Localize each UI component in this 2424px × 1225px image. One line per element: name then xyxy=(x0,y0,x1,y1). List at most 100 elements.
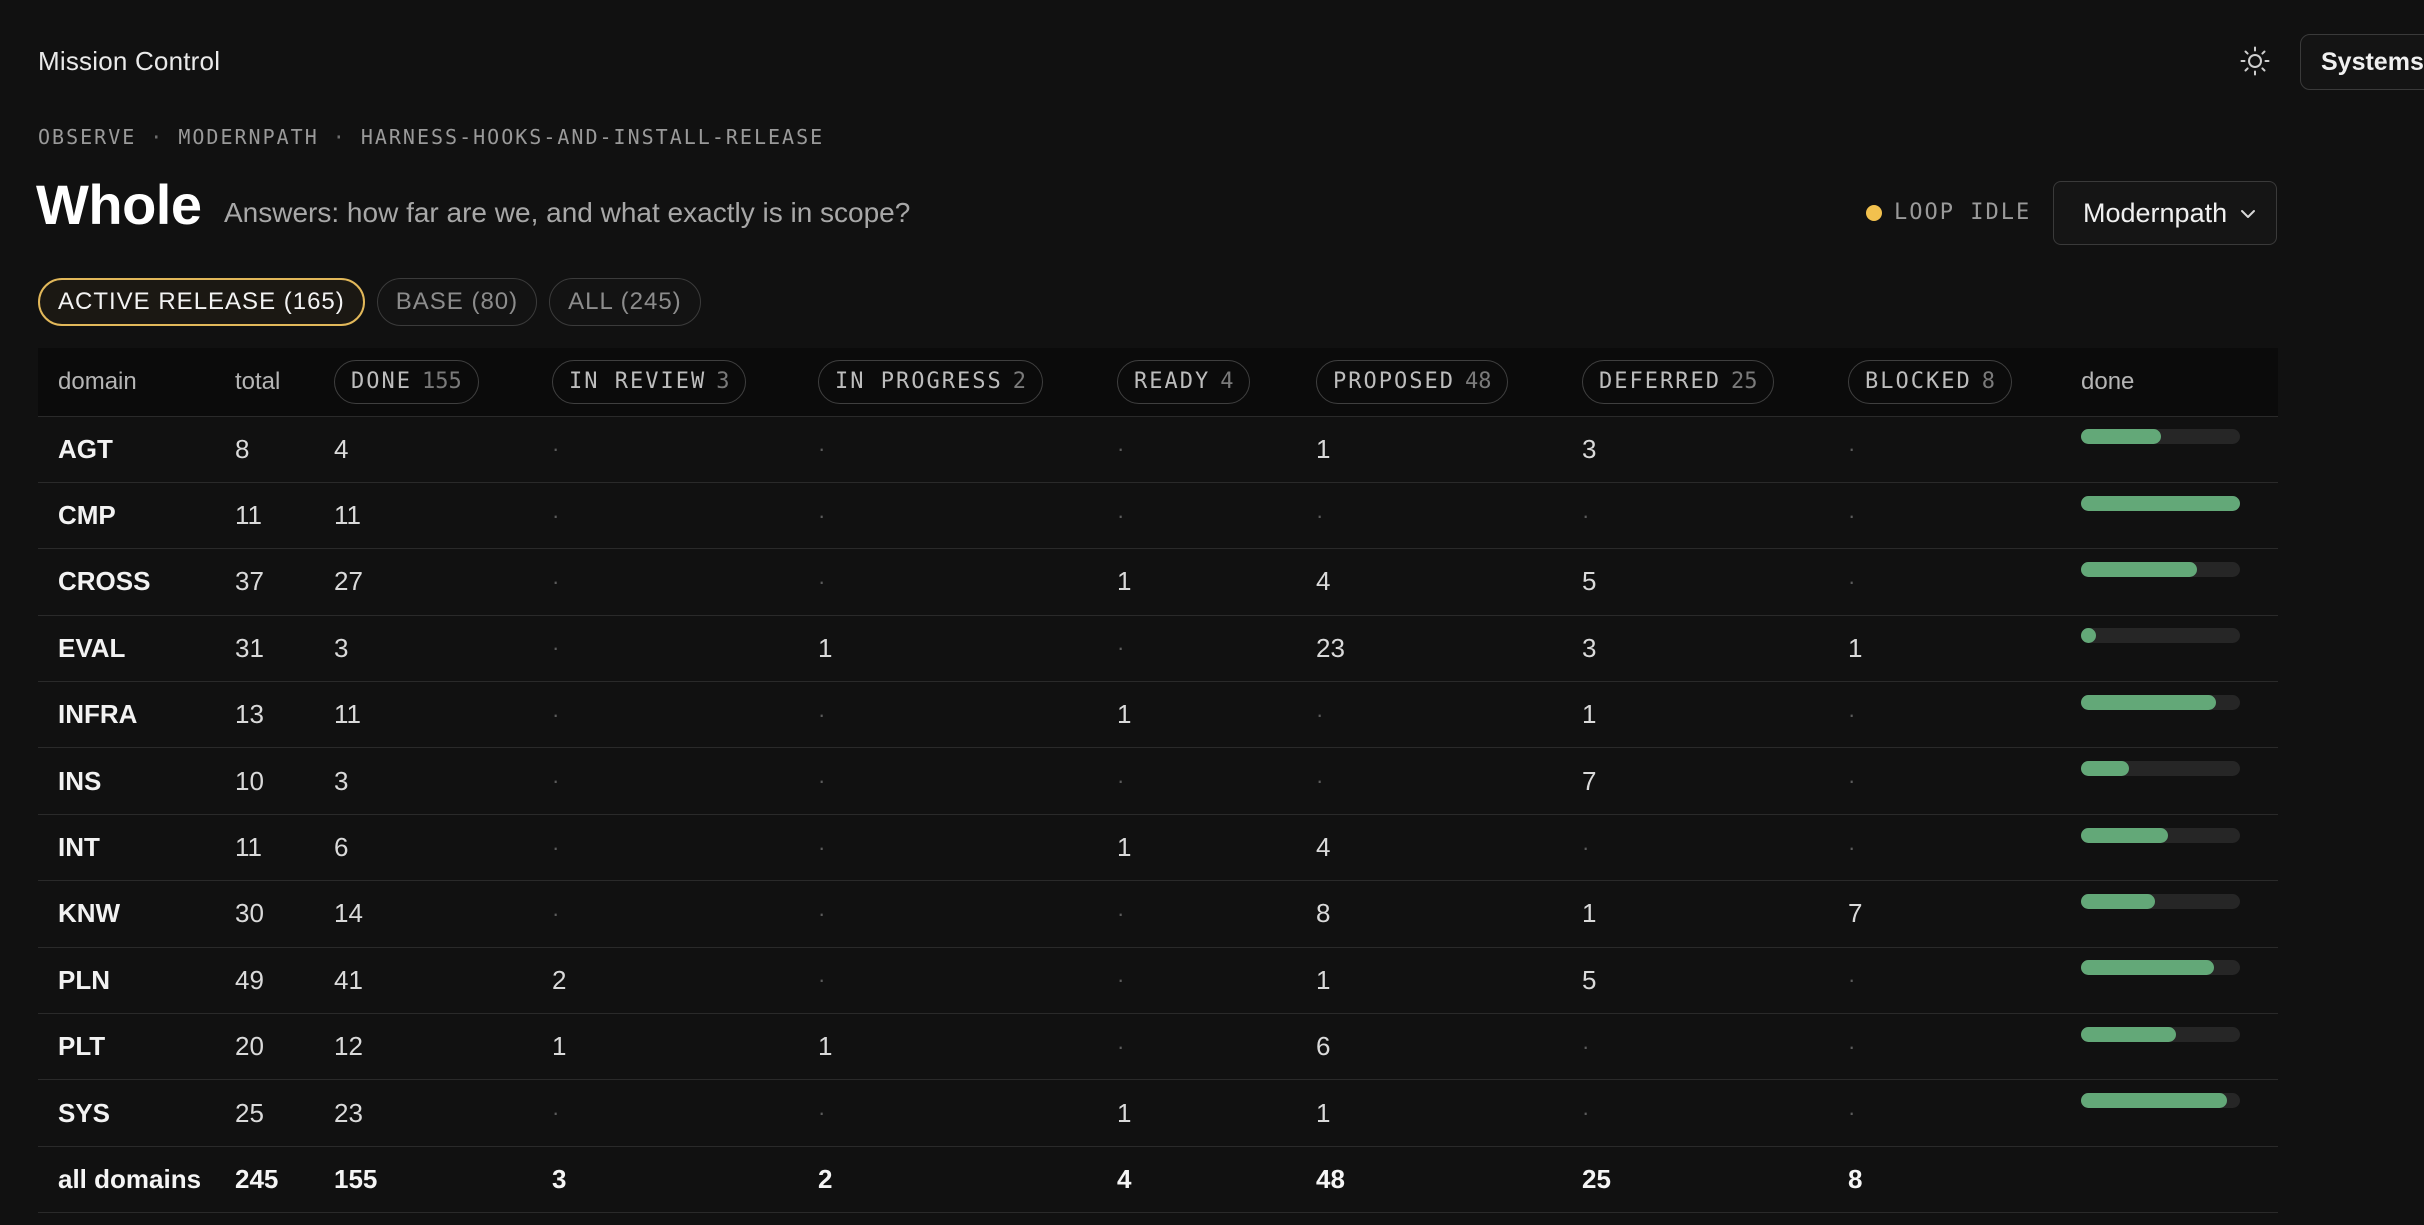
table-row[interactable]: PLT 20 12 1 1 · 6 · · xyxy=(38,1013,2278,1080)
count-cell-blocked: · xyxy=(1848,701,1856,727)
count-cell-blocked: · xyxy=(1848,1033,1856,1059)
breadcrumb-item-observe[interactable]: OBSERVE xyxy=(38,125,136,149)
done-progress-bar xyxy=(2081,694,2240,710)
table-row[interactable]: INT 11 6 · · 1 4 · · xyxy=(38,814,2278,880)
table-row[interactable]: AGT 8 4 · · · 1 3 · xyxy=(38,416,2278,482)
table-row[interactable]: SYS 25 23 · · 1 1 · · xyxy=(38,1079,2278,1146)
count-cell-in-review: · xyxy=(552,502,560,528)
count-cell-deferred: · xyxy=(1582,1100,1590,1126)
status-chip-done[interactable]: DONE 155 xyxy=(334,359,479,404)
count-cell-in-progress: 1 xyxy=(818,632,833,663)
table-header-row: domain total DONE 155 IN REVIEW 3 IN PRO… xyxy=(38,348,2278,416)
done-progress-cell xyxy=(2081,814,2278,880)
done-progress-fill xyxy=(2081,628,2097,644)
done-progress-bar xyxy=(2081,827,2240,843)
count-cell-ready: 1 xyxy=(1117,832,1132,863)
count-cell-in-review: · xyxy=(552,436,560,462)
done-progress-fill xyxy=(2081,694,2216,710)
total-cell: 8 xyxy=(235,433,250,464)
done-progress-fill xyxy=(2081,761,2129,777)
count-cell-done: 11 xyxy=(334,500,361,531)
domain-cell: INFRA xyxy=(58,699,138,730)
domain-cell: EVAL xyxy=(58,632,126,663)
count-cell-in-review: · xyxy=(552,635,560,661)
column-header-in-review: IN REVIEW 3 xyxy=(552,348,818,416)
status-chip-count: 155 xyxy=(421,369,462,395)
done-progress-cell xyxy=(2081,881,2278,947)
breadcrumb-separator: · xyxy=(332,125,347,149)
totals-in-review: 3 xyxy=(552,1163,567,1194)
count-cell-in-review: · xyxy=(552,1100,560,1126)
count-cell-proposed: 1 xyxy=(1316,964,1331,995)
chevron-down-icon xyxy=(2241,210,2255,218)
status-chip-ready[interactable]: READY 4 xyxy=(1117,359,1251,404)
table-row[interactable]: PLN 49 41 2 · · 1 5 · xyxy=(38,947,2278,1013)
count-cell-ready: · xyxy=(1117,635,1125,661)
count-cell-deferred: 3 xyxy=(1582,632,1597,663)
status-chip-label: IN REVIEW xyxy=(569,369,707,395)
app-title[interactable]: Mission Control xyxy=(38,46,220,77)
status-chip-deferred[interactable]: DEFERRED 25 xyxy=(1582,359,1775,404)
project-select[interactable]: Modernpath xyxy=(2053,181,2277,245)
release-filter-tabs: ACTIVE RELEASE (165) BASE (80) ALL (245) xyxy=(38,278,701,326)
count-cell-ready: 1 xyxy=(1117,1097,1132,1128)
breadcrumb-separator: · xyxy=(150,125,165,149)
status-chip-in-progress[interactable]: IN PROGRESS 2 xyxy=(818,359,1043,404)
status-chip-proposed[interactable]: PROPOSED 48 xyxy=(1316,359,1509,404)
table-row[interactable]: INS 10 3 · · · · 7 · xyxy=(38,747,2278,814)
systems-button[interactable]: Systems xyxy=(2300,34,2424,90)
project-select-value: Modernpath xyxy=(2083,197,2228,228)
filter-active-release[interactable]: ACTIVE RELEASE (165) xyxy=(38,278,365,326)
done-progress-bar xyxy=(2081,628,2240,644)
done-progress-bar xyxy=(2081,1093,2240,1109)
total-cell: 37 xyxy=(235,566,264,597)
filter-all[interactable]: ALL (245) xyxy=(549,278,701,326)
table-row[interactable]: CROSS 37 27 · · 1 4 5 · xyxy=(38,548,2278,615)
domain-cell: CMP xyxy=(58,500,116,531)
table-row[interactable]: KNW 30 14 · · · 8 1 7 xyxy=(38,880,2278,947)
done-progress-bar xyxy=(2081,893,2240,909)
count-cell-proposed: 1 xyxy=(1316,433,1331,464)
done-progress-bar xyxy=(2081,960,2240,976)
count-cell-blocked: · xyxy=(1848,834,1856,860)
breadcrumb-item-project[interactable]: MODERNPATH xyxy=(178,125,318,149)
breadcrumb-item-release[interactable]: HARNESS-HOOKS-AND-INSTALL-RELEASE xyxy=(361,125,824,149)
count-cell-ready: · xyxy=(1117,900,1125,926)
totals-done: 155 xyxy=(334,1163,378,1194)
count-cell-in-review: · xyxy=(552,768,560,794)
count-cell-blocked: · xyxy=(1848,436,1856,462)
total-cell: 25 xyxy=(235,1097,264,1128)
domain-status-table-container: domain total DONE 155 IN REVIEW 3 IN PRO… xyxy=(38,348,2278,1213)
count-cell-ready: 1 xyxy=(1117,566,1132,597)
status-chip-in-review[interactable]: IN REVIEW 3 xyxy=(552,359,747,404)
table-row[interactable]: CMP 11 11 · · · · · · xyxy=(38,482,2278,548)
count-cell-deferred: · xyxy=(1582,834,1590,860)
table-row[interactable]: EVAL 31 3 · 1 · 23 3 1 xyxy=(38,615,2278,681)
domain-cell: INS xyxy=(58,765,102,796)
count-cell-deferred: · xyxy=(1582,1033,1590,1059)
filter-base[interactable]: BASE (80) xyxy=(376,278,538,326)
done-progress-bar xyxy=(2081,429,2240,445)
count-cell-done: 3 xyxy=(334,765,349,796)
total-cell: 49 xyxy=(235,964,264,995)
sun-icon xyxy=(2240,46,2270,76)
theme-toggle-button[interactable] xyxy=(2236,42,2274,80)
table-row[interactable]: INFRA 13 11 · · 1 · 1 · xyxy=(38,681,2278,748)
status-chip-count: 3 xyxy=(716,369,730,395)
count-cell-done: 41 xyxy=(334,964,363,995)
domain-cell: INT xyxy=(58,832,100,863)
status-chip-count: 48 xyxy=(1464,369,1492,395)
status-chip-label: PROPOSED xyxy=(1333,369,1455,395)
count-cell-done: 4 xyxy=(334,433,349,464)
done-progress-cell xyxy=(2081,682,2278,748)
done-progress-bar xyxy=(2081,761,2240,777)
status-chip-blocked[interactable]: BLOCKED 8 xyxy=(1848,359,2012,404)
count-cell-blocked: 7 xyxy=(1848,898,1863,929)
count-cell-ready: · xyxy=(1117,967,1125,993)
count-cell-done: 11 xyxy=(334,699,361,730)
count-cell-proposed: · xyxy=(1316,701,1324,727)
count-cell-in-review: · xyxy=(552,701,560,727)
count-cell-in-progress: · xyxy=(818,768,826,794)
column-header-proposed: PROPOSED 48 xyxy=(1316,348,1582,416)
count-cell-blocked: 1 xyxy=(1848,632,1863,663)
